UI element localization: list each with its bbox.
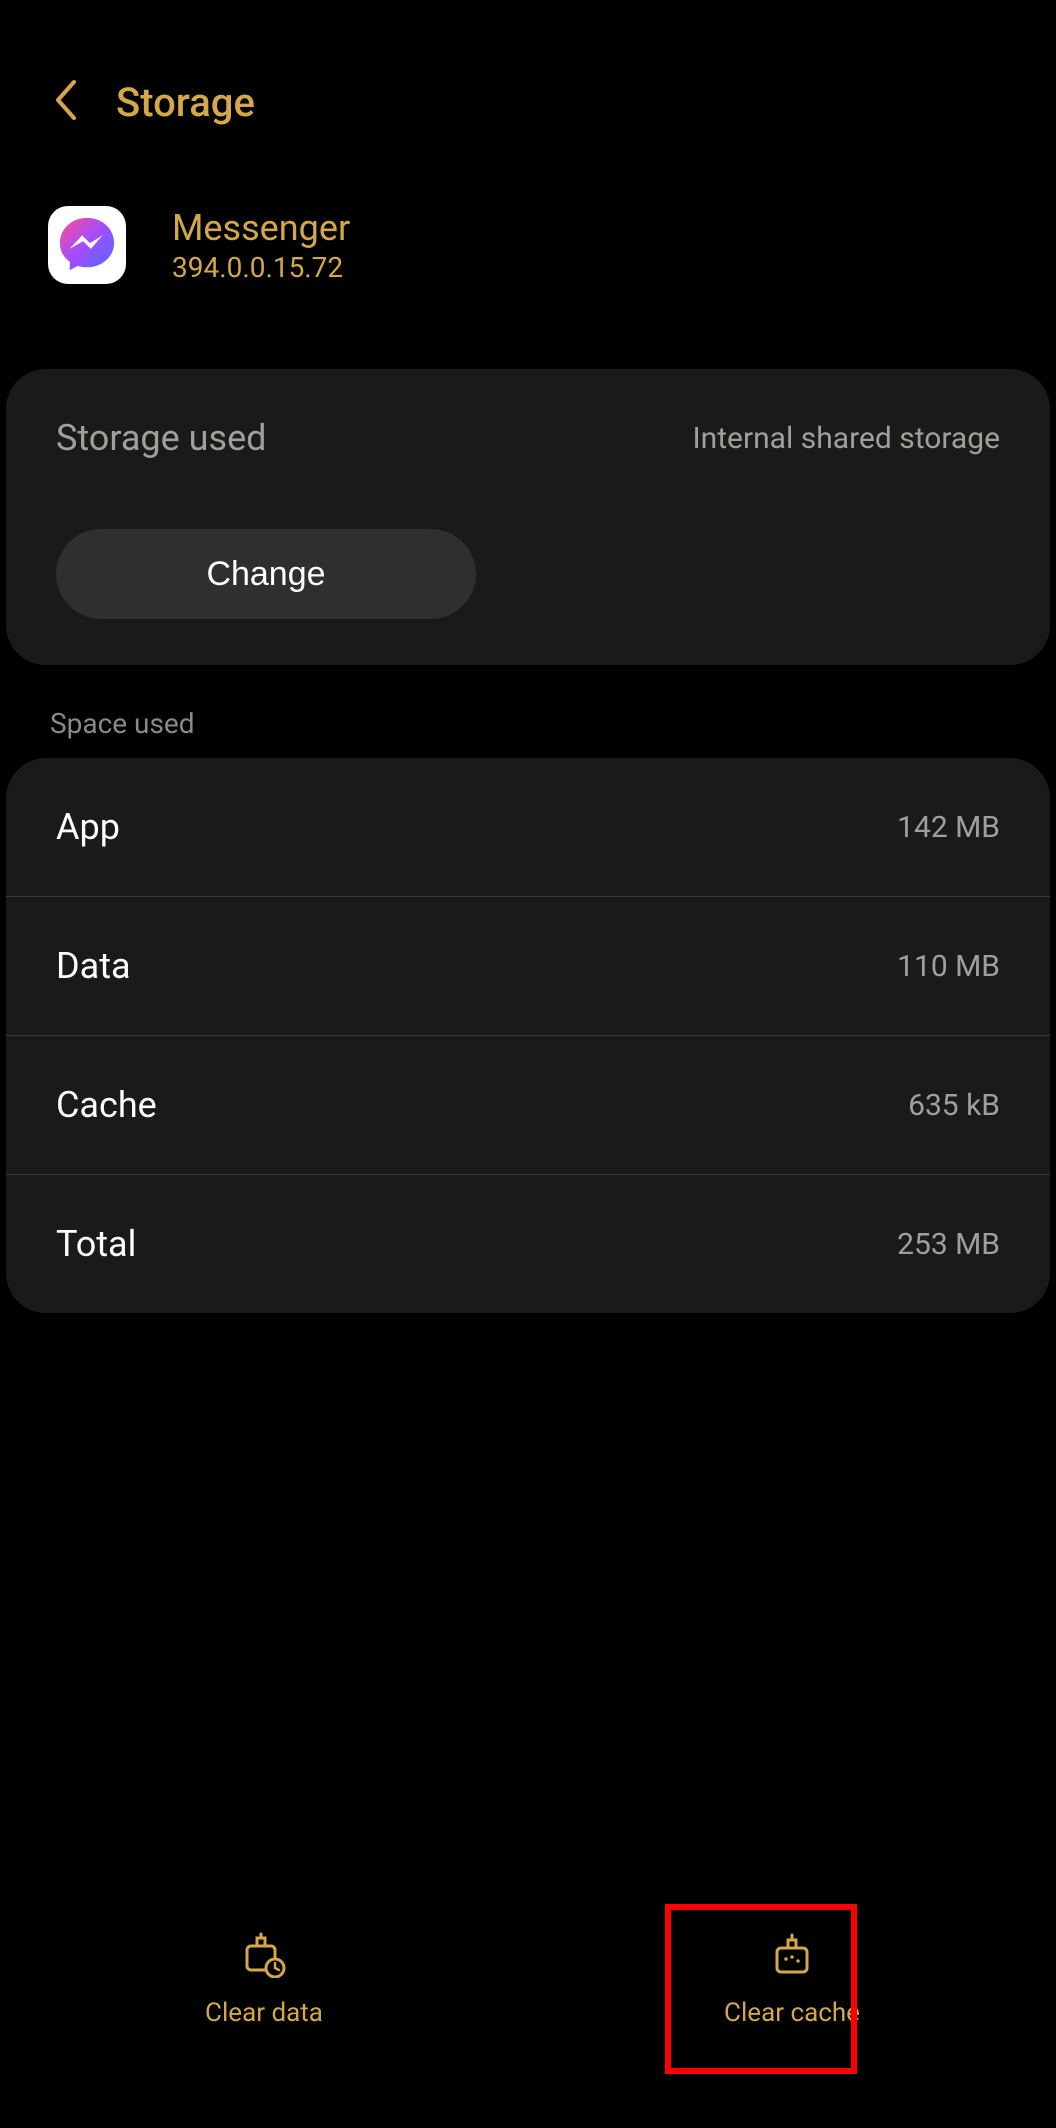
clear-data-button[interactable]: Clear data [154,1928,374,2028]
messenger-app-icon [48,206,126,284]
storage-used-card: Storage used Internal shared storage Cha… [6,369,1050,665]
list-value: 110 MB [897,949,1000,984]
change-button[interactable]: Change [56,529,476,619]
space-used-section-label: Space used [0,665,1056,750]
list-item-data[interactable]: Data 110 MB [6,897,1050,1036]
list-label: Data [56,945,131,987]
app-name: Messenger [172,207,350,249]
list-label: Total [56,1223,136,1265]
list-value: 635 kB [908,1088,1000,1123]
list-label: App [56,806,120,848]
list-item-cache[interactable]: Cache 635 kB [6,1036,1050,1175]
clear-cache-icon [767,1928,817,1982]
clear-cache-label: Clear cache [724,1998,860,2028]
list-value: 142 MB [897,810,1000,845]
space-used-card: App 142 MB Data 110 MB Cache 635 kB Tota… [6,758,1050,1313]
list-item-total: Total 253 MB [6,1175,1050,1313]
back-icon[interactable] [52,78,78,126]
app-header: Messenger 394.0.0.15.72 [0,156,1056,314]
storage-used-label: Storage used [56,417,266,459]
clear-data-label: Clear data [205,1998,323,2028]
page-title: Storage [116,79,255,126]
list-value: 253 MB [897,1227,1000,1262]
bottom-action-bar: Clear data Clear cache [0,1898,1056,2128]
storage-location: Internal shared storage [693,421,1001,456]
list-label: Cache [56,1084,157,1126]
clear-cache-button[interactable]: Clear cache [682,1928,902,2028]
app-version: 394.0.0.15.72 [172,251,350,284]
clear-data-icon [239,1928,289,1982]
list-item-app[interactable]: App 142 MB [6,758,1050,897]
